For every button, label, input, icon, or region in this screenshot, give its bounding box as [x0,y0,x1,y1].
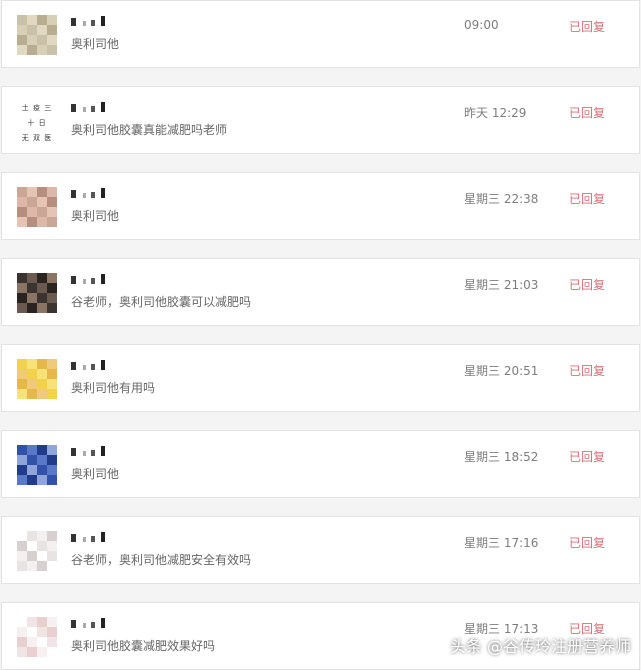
sender-name-redacted [71,532,131,542]
sender-name-redacted [71,618,131,628]
watermark: 头条 @谷传玲注册营养师 [449,637,631,656]
message-preview: 奥利司他胶囊真能减肥吗老师 [71,123,228,137]
message-time: 09:00 [464,18,499,32]
sender-name-redacted [71,188,131,198]
sender-name-redacted [71,102,131,112]
message-item[interactable]: 谷老师，奥利司他减肥安全有效吗 星期三 17:16 已回复 [1,516,640,584]
message-preview: 谷老师，奥利司他胶囊可以减肥吗 [71,295,252,309]
reply-status[interactable]: 已回复 [569,18,605,35]
sender-name-redacted [71,274,131,284]
message-preview: 奥利司他 [71,209,120,223]
avatar [17,15,57,55]
reply-status[interactable]: 已回复 [569,362,605,379]
avatar [17,187,57,227]
message-preview: 谷老师，奥利司他减肥安全有效吗 [71,553,252,567]
message-preview: 奥利司他 [71,467,120,481]
message-item[interactable]: 奥利司他 星期三 18:52 已回复 [1,430,640,498]
avatar [17,531,57,571]
seal-logo: 土 疫 三 十 日无 双 医 生 [21,104,53,141]
message-preview: 奥利司他 [71,37,120,51]
sender-name-redacted [71,16,131,26]
reply-status[interactable]: 已回复 [569,190,605,207]
avatar: 土 疫 三 十 日无 双 医 生 [17,101,57,141]
message-time: 星期三 22:38 [464,192,539,206]
message-time: 昨天 12:29 [464,106,527,120]
sender-name-redacted [71,446,131,456]
reply-status[interactable]: 已回复 [569,276,605,293]
sender-name-redacted [71,360,131,370]
reply-status[interactable]: 已回复 [569,104,605,121]
message-preview: 奥利司他有用吗 [71,381,156,395]
avatar [17,273,57,313]
avatar [17,617,57,657]
message-item[interactable]: 土 疫 三 十 日无 双 医 生 奥利司他胶囊真能减肥吗老师 昨天 12:29 … [1,86,640,154]
message-time: 星期三 18:52 [464,450,539,464]
avatar [17,445,57,485]
avatar [17,359,57,399]
reply-status[interactable]: 已回复 [569,448,605,465]
message-time: 星期三 17:16 [464,536,539,550]
message-item[interactable]: 奥利司他有用吗 星期三 20:51 已回复 [1,344,640,412]
message-time: 星期三 21:03 [464,278,539,292]
message-item[interactable]: 奥利司他 星期三 22:38 已回复 [1,172,640,240]
message-item[interactable]: 谷老师，奥利司他胶囊可以减肥吗 星期三 21:03 已回复 [1,258,640,326]
message-item[interactable]: 奥利司他 09:00 已回复 [1,0,640,68]
message-time: 星期三 20:51 [464,364,539,378]
message-preview: 奥利司他胶囊减肥效果好吗 [71,639,216,653]
reply-status[interactable]: 已回复 [569,534,605,551]
